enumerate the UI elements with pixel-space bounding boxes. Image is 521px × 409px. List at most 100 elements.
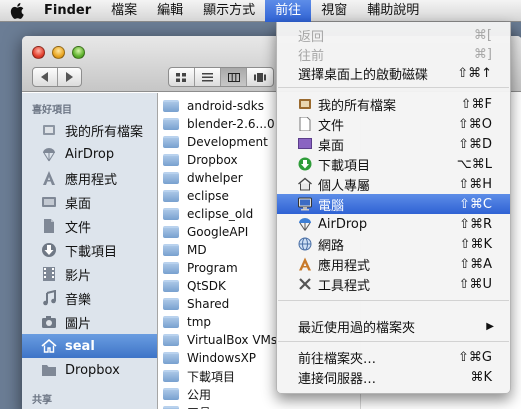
list-item[interactable]: WindowsXP — [163, 349, 256, 367]
sidebar-item-label: 我的所有檔案 — [65, 124, 144, 140]
sidebar-item-music[interactable]: 音樂 — [22, 286, 157, 310]
list-item[interactable]: VirtualBox VMs — [163, 331, 277, 349]
list-item[interactable]: Shared — [163, 295, 229, 313]
list-item[interactable]: GoogleAPI — [163, 223, 248, 241]
menu-item-back[interactable]: 返回 ⌘[ — [277, 25, 510, 45]
documents-icon — [297, 116, 313, 132]
menu-item-label: 文件 — [318, 118, 345, 134]
menu-item-downloads[interactable]: 下載項目 ⌥⌘L — [277, 154, 510, 174]
list-item[interactable]: 下載項目 — [163, 367, 235, 385]
desktop-icon — [39, 194, 59, 210]
list-item[interactable]: Program — [163, 259, 238, 277]
movies-icon — [39, 266, 59, 282]
menu-item-shortcut: ⇧⌘C — [459, 196, 492, 212]
list-item[interactable]: eclipse_old — [163, 205, 253, 223]
menu-item-connect-to-server[interactable]: 連接伺服器… ⌘K — [277, 367, 510, 387]
sidebar-header-favorites: 喜好項目 — [32, 105, 72, 116]
zoom-button[interactable] — [72, 46, 85, 59]
menu-item-label: 最近使用過的檔案夾 — [298, 320, 416, 336]
menu-item-label: 網路 — [318, 238, 345, 254]
menu-item-label: 電腦 — [318, 198, 345, 214]
menu-item-airdrop[interactable]: AirDrop ⇧⌘R — [277, 214, 510, 234]
menu-window[interactable]: 視窗 — [311, 0, 357, 22]
menu-item-desktop[interactable]: 桌面 ⇧⌘D — [277, 134, 510, 154]
menu-item-forward[interactable]: 往前 ⌘] — [277, 44, 510, 64]
list-item[interactable]: android-sdks — [163, 97, 264, 115]
file-name: 工具 — [187, 404, 211, 409]
menu-file[interactable]: 檔案 — [101, 0, 147, 22]
sidebar-item-home[interactable]: seal — [22, 334, 157, 358]
menu-item-go-to-folder[interactable]: 前往檔案夾… ⇧⌘G — [277, 347, 510, 367]
sidebar-item-dropbox[interactable]: Dropbox — [22, 358, 157, 382]
sidebar-item-applications[interactable]: 應用程式 — [22, 166, 157, 190]
sidebar-item-pictures[interactable]: 圖片 — [22, 310, 157, 334]
list-item[interactable]: tmp — [163, 313, 211, 331]
list-item[interactable]: 工具 — [163, 403, 211, 409]
list-item[interactable]: MD — [163, 241, 207, 259]
menu-item-network[interactable]: 網路 ⇧⌘K — [277, 234, 510, 254]
menu-item-documents[interactable]: 文件 ⇧⌘O — [277, 114, 510, 134]
menu-item-label: 往前 — [298, 48, 325, 64]
folder-icon — [163, 352, 179, 364]
menu-help[interactable]: 輔助說明 — [357, 0, 429, 22]
menu-item-select-startup-disk[interactable]: 選擇桌面上的啟動磁碟 ⇧⌘↑ — [277, 63, 510, 83]
list-view-button[interactable] — [195, 68, 221, 86]
column-view-button[interactable] — [221, 68, 247, 86]
coverflow-view-button[interactable] — [247, 68, 273, 86]
sidebar-item-movies[interactable]: 影片 — [22, 262, 157, 286]
menu-edit[interactable]: 編輯 — [147, 0, 193, 22]
minimize-button[interactable] — [52, 46, 65, 59]
file-name: eclipse_old — [187, 207, 254, 221]
sidebar-item-airdrop[interactable]: AirDrop — [22, 142, 157, 166]
computer-icon — [297, 196, 313, 212]
list-item[interactable]: blender-2.6...0 — [163, 115, 275, 133]
menu-item-home[interactable]: 個人專屬 ⇧⌘H — [277, 174, 510, 194]
icon-view-button[interactable] — [169, 68, 195, 86]
menu-item-shortcut: ⌥⌘L — [456, 156, 492, 172]
menu-item-recent-folders[interactable]: 最近使用過的檔案夾 ▶ — [277, 316, 510, 336]
sidebar-item-label: 影片 — [65, 268, 92, 284]
menu-item-label: 個人專屬 — [318, 178, 371, 194]
file-name: VirtualBox VMs — [187, 333, 278, 347]
menu-item-computer[interactable]: 電腦 ⇧⌘C — [277, 194, 510, 214]
back-button[interactable] — [33, 68, 58, 86]
list-item[interactable]: dwhelper — [163, 169, 243, 187]
downloads-icon — [297, 156, 313, 172]
sidebar-item-documents[interactable]: 文件 — [22, 214, 157, 238]
list-item[interactable]: eclipse — [163, 187, 229, 205]
back-forward-control — [32, 67, 82, 87]
menu-item-shortcut: ⇧⌘F — [460, 96, 492, 112]
menu-item-label: 下載項目 — [318, 158, 371, 174]
icon-view-icon — [176, 72, 186, 82]
list-item[interactable]: QtSDK — [163, 277, 226, 295]
list-item[interactable]: Dropbox — [163, 151, 238, 169]
sidebar-item-desktop[interactable]: 桌面 — [22, 190, 157, 214]
menu-item-label: 選擇桌面上的啟動磁碟 — [298, 67, 429, 83]
menu-finder[interactable]: Finder — [34, 0, 101, 22]
menu-item-shortcut: ⌘[ — [473, 27, 492, 43]
sidebar-item-all-files[interactable]: 我的所有檔案 — [22, 118, 157, 142]
airdrop-icon — [297, 216, 313, 232]
menu-item-label: 桌面 — [318, 138, 345, 154]
sidebar-item-downloads[interactable]: 下載項目 — [22, 238, 157, 262]
column-view-icon — [227, 72, 240, 82]
file-name: Dropbox — [187, 153, 238, 167]
go-menu: 返回 ⌘[ 往前 ⌘] 選擇桌面上的啟動磁碟 ⇧⌘↑ 我的所有檔案 ⇧⌘F 文件… — [276, 22, 511, 394]
menu-item-label: 我的所有檔案 — [318, 98, 397, 114]
sidebar-header-shared: 共享 — [32, 395, 52, 406]
list-item[interactable]: Development — [163, 133, 268, 151]
menu-item-utilities[interactable]: 工具程式 ⇧⌘U — [277, 274, 510, 294]
close-button[interactable] — [32, 46, 45, 59]
menu-view[interactable]: 顯示方式 — [193, 0, 265, 22]
list-item[interactable]: 公用 — [163, 385, 211, 403]
folder-icon — [163, 226, 179, 238]
all-files-icon — [297, 96, 313, 112]
file-name: 公用 — [187, 387, 212, 402]
forward-button[interactable] — [58, 68, 82, 86]
menu-item-applications[interactable]: 應用程式 ⇧⌘A — [277, 254, 510, 274]
apple-menu[interactable] — [0, 2, 34, 19]
desktop-icon — [297, 136, 313, 152]
menu-go[interactable]: 前往 — [265, 0, 312, 22]
file-name: android-sdks — [187, 99, 264, 113]
menu-item-all-files[interactable]: 我的所有檔案 ⇧⌘F — [277, 94, 510, 114]
